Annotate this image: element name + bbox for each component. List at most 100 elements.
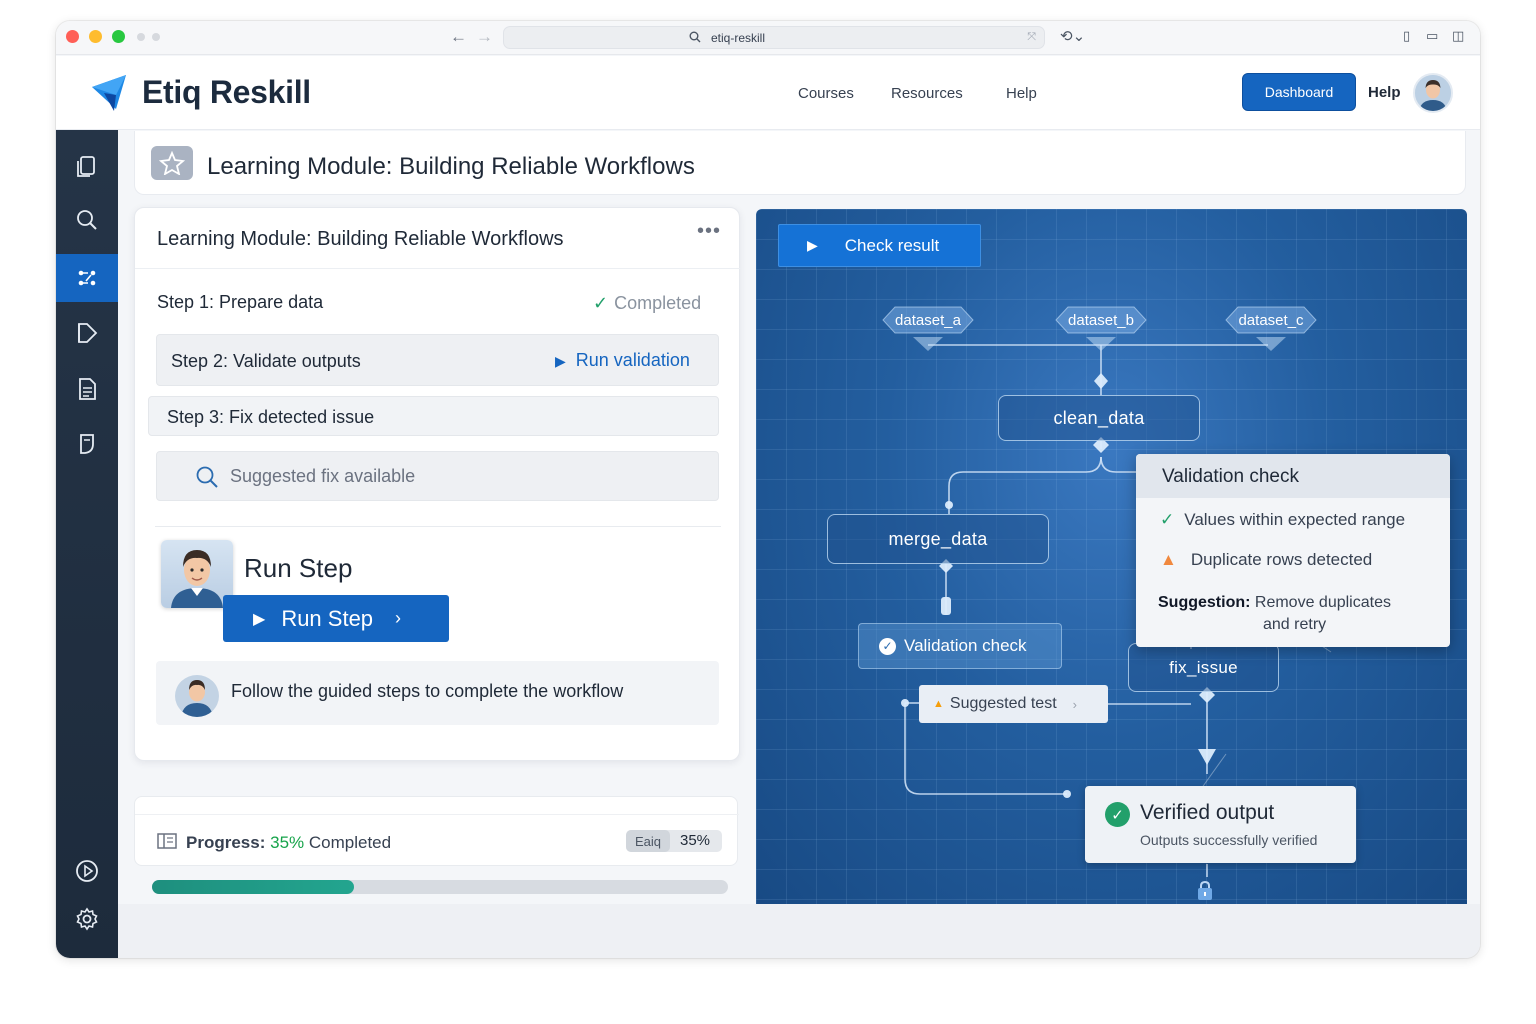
chevron-right-icon: › — [395, 608, 402, 628]
suggested-test-label: Suggested test — [949, 695, 1057, 712]
popup-title: Validation check — [1162, 466, 1299, 487]
close-window-button[interactable] — [66, 30, 79, 43]
sidebar-item-search[interactable] — [56, 196, 118, 244]
guide-text: Follow the guided steps to complete the … — [231, 681, 624, 701]
maximize-window-button[interactable] — [112, 30, 125, 43]
warning-icon: ▲ — [933, 698, 944, 710]
verified-title: Verified output — [1140, 801, 1275, 824]
footer-strip — [118, 904, 1480, 958]
nav-courses[interactable]: Courses — [798, 85, 854, 102]
dataset-c-label: dataset_c — [1238, 311, 1304, 329]
star-badge-icon — [151, 146, 193, 180]
play-doc-icon — [78, 323, 98, 343]
step-3-row[interactable]: Step 3: Fix detected issue — [148, 396, 719, 436]
step-2-row[interactable]: Step 2: Validate outputs ▶ Run validation — [156, 334, 719, 386]
tutor-avatar — [175, 675, 219, 717]
split-view-icon[interactable]: ◫ — [1452, 28, 1464, 44]
divider — [135, 814, 739, 815]
help-link[interactable]: Help — [1368, 84, 1401, 101]
dataset-c-node[interactable]: dataset_c — [1218, 305, 1324, 351]
ok-item-text: Values within expected range — [1184, 510, 1406, 529]
workflow-diagram: ▶ Check result dataset_a dataset_b datas… — [756, 209, 1467, 904]
sidebar-item-workflows[interactable] — [56, 254, 118, 302]
sidebar-item-media[interactable] — [56, 847, 118, 895]
suggestion-label: Suggestion — [1158, 594, 1246, 611]
play-circle-icon — [76, 860, 98, 882]
file-text-icon — [79, 378, 96, 400]
page-title: Learning Module: Building Reliable Workf… — [207, 153, 695, 180]
suggested-fix-label: Suggested fix available — [230, 466, 416, 486]
address-bar[interactable]: etiq-reskill ⤧ — [503, 26, 1045, 49]
badge-name: Eaiq — [626, 830, 670, 852]
progress-percent: 35% — [270, 833, 305, 852]
dashboard-button[interactable]: Dashboard — [1242, 73, 1356, 111]
search-icon — [77, 210, 97, 230]
validation-check-popup: Validation check ✓ Values within expected… — [1136, 454, 1450, 647]
play-icon: ▶ — [807, 237, 818, 253]
run-validation-button[interactable]: ▶ Run validation — [555, 350, 690, 371]
check-circle-icon: ✓ — [1105, 802, 1130, 827]
progress-badge: Eaiq 35% — [626, 830, 722, 852]
gear-icon — [76, 907, 98, 931]
browser-window: ← → etiq-reskill ⤧ ⟲⌄ ▯ ▭ ◫ Etiq Reskill… — [56, 21, 1480, 958]
more-options-icon[interactable]: ••• — [697, 220, 721, 243]
sidebar-toggle-icon[interactable]: ▯ — [1403, 28, 1410, 44]
run-step-heading: Run Step — [244, 553, 353, 583]
book-icon — [157, 833, 177, 849]
sidebar — [56, 130, 118, 958]
documents-icon — [77, 156, 95, 177]
dataset-a-node[interactable]: dataset_a — [875, 305, 981, 351]
validation-check-node[interactable]: ✓ Validation check — [858, 623, 1062, 669]
sidebar-item-settings[interactable] — [56, 895, 118, 943]
step-1-label: Step 1: Prepare data — [157, 292, 324, 312]
panel-title: Learning Module: Building Reliable Workf… — [157, 228, 564, 250]
suggested-test-chip[interactable]: ▲ Suggested test › — [919, 685, 1108, 723]
verified-subtitle: Outputs successfully verified — [1140, 832, 1318, 848]
nav-resources[interactable]: Resources — [891, 85, 963, 102]
run-step-button[interactable]: ▶ Run Step › — [223, 595, 449, 642]
user-avatar[interactable] — [1413, 73, 1453, 113]
sidebar-item-bookmarks[interactable] — [56, 420, 118, 468]
share-icon[interactable]: ⟲⌄ — [1060, 27, 1085, 45]
progress-title: Progress: — [186, 833, 266, 852]
sidebar-item-lessons[interactable] — [56, 309, 118, 357]
checkmark-icon: ✓ — [1160, 510, 1175, 529]
nav-help[interactable]: Help — [1006, 85, 1037, 102]
search-icon — [196, 466, 218, 488]
workflow-icon — [78, 270, 96, 286]
search-icon — [689, 31, 701, 46]
brand-name: Etiq Reskill — [142, 74, 311, 110]
popup-warning-item: ▲ Duplicate rows detected — [1160, 550, 1372, 570]
sidebar-item-notes[interactable] — [56, 365, 118, 413]
dataset-b-label: dataset_b — [1068, 311, 1134, 329]
suggested-fix-row[interactable]: Suggested fix available — [156, 451, 719, 501]
tab-overview-icon[interactable]: ▭ — [1426, 28, 1438, 44]
progress-bar — [152, 880, 728, 894]
module-title-bar: Learning Module: Building Reliable Workf… — [134, 131, 1466, 195]
app-header: Etiq Reskill Courses Resources Help Dash… — [56, 56, 1480, 130]
step-2-label: Step 2: Validate outputs — [171, 351, 361, 371]
verified-output-card[interactable]: ✓ Verified output Outputs successfully v… — [1085, 786, 1356, 863]
browser-toolbar: ← → etiq-reskill ⤧ ⟲⌄ ▯ ▭ ◫ — [56, 21, 1480, 55]
warning-item-text: Duplicate rows detected — [1190, 550, 1373, 569]
minimize-window-button[interactable] — [89, 30, 102, 43]
fix-issue-node[interactable]: fix_issue — [1128, 643, 1279, 692]
tab-dot-icon — [137, 33, 145, 41]
url-text: etiq-reskill — [711, 31, 766, 45]
dataset-b-node[interactable]: dataset_b — [1048, 305, 1154, 351]
validation-check-label: Validation check — [904, 636, 1027, 655]
back-arrow-icon[interactable]: ← — [450, 27, 467, 47]
check-result-label: Check result — [844, 235, 940, 255]
progress-suffix: Completed — [308, 833, 392, 852]
sidebar-item-documents[interactable] — [56, 142, 118, 190]
divider — [155, 526, 721, 527]
dataset-a-label: dataset_a — [895, 311, 961, 329]
reader-icon[interactable]: ⤧ — [1027, 31, 1036, 44]
bookmark-icon — [80, 434, 94, 454]
checkmark-icon: ✓ — [879, 637, 896, 655]
check-result-button[interactable]: ▶ Check result — [778, 224, 981, 267]
status-text: Completed — [614, 293, 702, 313]
forward-arrow-icon[interactable]: → — [476, 27, 493, 47]
merge-data-node[interactable]: merge_data — [827, 514, 1049, 564]
clean-data-node[interactable]: clean_data — [998, 395, 1200, 441]
